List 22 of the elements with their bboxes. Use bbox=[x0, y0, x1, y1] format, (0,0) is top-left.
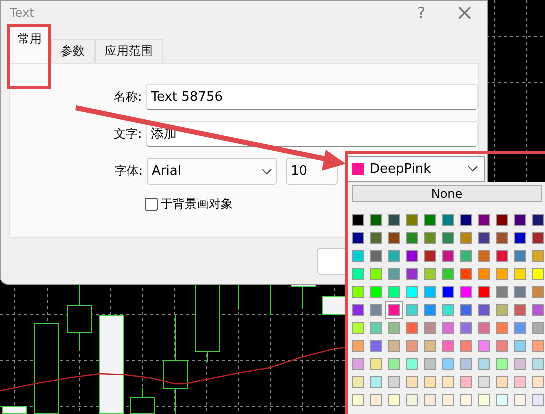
none-button[interactable]: None bbox=[352, 185, 542, 202]
candle bbox=[322, 296, 348, 316]
close-button[interactable]: × bbox=[456, 0, 474, 26]
checkbox[interactable] bbox=[145, 198, 158, 211]
tab-highlight-frame bbox=[7, 24, 51, 89]
field-label: 文字: bbox=[113, 126, 142, 142]
candle-wick bbox=[238, 284, 240, 310]
candle bbox=[2, 406, 28, 414]
tab[interactable]: 参数 bbox=[51, 39, 95, 63]
input-field[interactable]: Text 58756 bbox=[146, 84, 478, 110]
field-label: 字体: bbox=[114, 163, 143, 180]
chevron-down-icon bbox=[468, 166, 478, 172]
checkbox-label: 于背景画对象 bbox=[161, 196, 233, 213]
font-dropdown[interactable]: Arial bbox=[147, 158, 277, 185]
chevron-down-icon bbox=[262, 168, 272, 174]
window-title: Text bbox=[10, 6, 36, 20]
help-button[interactable]: ? bbox=[418, 4, 426, 22]
candle bbox=[68, 284, 92, 350]
tab[interactable]: 应用范围 bbox=[95, 39, 163, 63]
field-label: 名称: bbox=[113, 88, 142, 106]
tab[interactable]: 常用 bbox=[9, 27, 51, 63]
candle-wick bbox=[270, 284, 272, 316]
